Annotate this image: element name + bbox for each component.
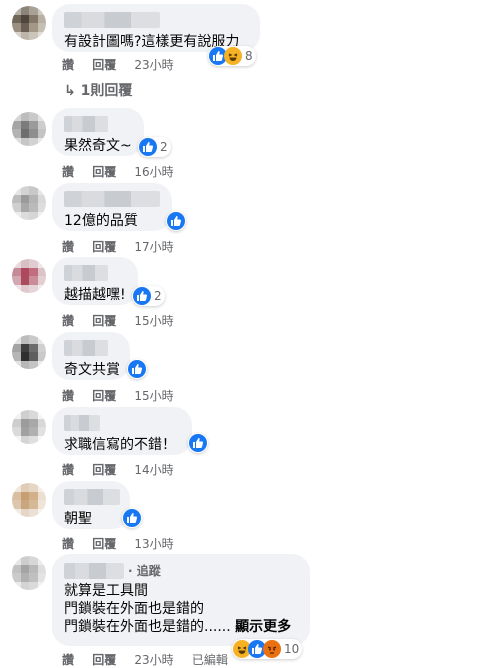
- comment-text: 越描越嘿!: [64, 287, 126, 303]
- like-icon: [123, 509, 141, 527]
- commenter-name[interactable]: [64, 489, 120, 505]
- timestamp[interactable]: 14小時: [134, 463, 173, 477]
- like-icon: [139, 138, 157, 156]
- like-button[interactable]: 讚: [62, 537, 74, 551]
- reply-button[interactable]: 回覆: [92, 389, 116, 403]
- reaction-summary[interactable]: 8: [208, 46, 256, 66]
- like-button[interactable]: 讚: [62, 240, 74, 254]
- comment-actions: 讚 回覆 23小時 已編輯: [62, 651, 242, 668]
- haha-icon: [224, 47, 242, 65]
- comment-actions: 讚 回覆 17小時: [62, 238, 188, 255]
- like-button[interactable]: 讚: [62, 165, 74, 179]
- comment-text: 求職信寫的不錯！: [64, 437, 176, 453]
- comment-bubble: 朝聖: [52, 481, 130, 529]
- commenter-name[interactable]: [64, 415, 100, 431]
- timestamp[interactable]: 23小時: [134, 653, 173, 667]
- comment-text-line: 門鎖裝在外面也是錯的: [64, 601, 204, 617]
- avatar[interactable]: [12, 556, 46, 590]
- commenter-name[interactable]: [64, 265, 108, 281]
- reaction-summary[interactable]: [122, 508, 142, 528]
- reaction-count: 8: [245, 49, 253, 63]
- commenter-name[interactable]: [64, 116, 108, 132]
- reply-button[interactable]: 回覆: [92, 165, 116, 179]
- reaction-summary[interactable]: 10: [232, 639, 303, 659]
- comment-text: 奇文共賞: [64, 362, 120, 378]
- reply-arrow-icon: ↳: [64, 83, 81, 99]
- reaction-summary[interactable]: [166, 211, 186, 231]
- reply-button[interactable]: 回覆: [92, 463, 116, 477]
- see-more-link[interactable]: 顯示更多: [235, 619, 291, 635]
- like-button[interactable]: 讚: [62, 463, 74, 477]
- avatar[interactable]: [12, 6, 46, 40]
- avatar[interactable]: [12, 186, 46, 220]
- commenter-name[interactable]: [64, 562, 124, 579]
- comment-bubble: 有設計圖嗎?這樣更有說服力: [52, 4, 260, 52]
- comment-actions: 讚 回覆 13小時: [62, 535, 188, 552]
- comment-actions: 讚 回覆 16小時: [62, 163, 188, 180]
- timestamp[interactable]: 15小時: [134, 389, 173, 403]
- like-button[interactable]: 讚: [62, 58, 74, 72]
- comment-actions: 讚 回覆 15小時: [62, 312, 188, 329]
- comment-text-truncated: 門鎖裝在外面也是錯的......: [64, 619, 231, 635]
- timestamp[interactable]: 15小時: [134, 314, 173, 328]
- like-icon: [167, 212, 185, 230]
- comment-bubble: 越描越嘿!: [52, 257, 138, 305]
- commenter-name[interactable]: [64, 340, 108, 356]
- timestamp[interactable]: 13小時: [134, 537, 173, 551]
- reply-button[interactable]: 回覆: [92, 653, 116, 667]
- reply-button[interactable]: 回覆: [92, 537, 116, 551]
- avatar[interactable]: [12, 112, 46, 146]
- timestamp[interactable]: 17小時: [134, 240, 173, 254]
- reaction-summary[interactable]: [127, 359, 147, 379]
- avatar[interactable]: [12, 410, 46, 444]
- avatar[interactable]: [12, 335, 46, 369]
- edited-label[interactable]: 已編輯: [192, 653, 228, 667]
- timestamp[interactable]: 16小時: [134, 165, 173, 179]
- reaction-summary[interactable]: 2: [132, 286, 165, 306]
- timestamp[interactable]: 23小時: [134, 58, 173, 72]
- view-replies-link[interactable]: ↳ 1則回覆: [64, 80, 132, 100]
- reaction-summary[interactable]: 2: [138, 137, 171, 157]
- follow-label: 追蹤: [136, 564, 161, 578]
- comment-bubble: 求職信寫的不錯！: [52, 407, 192, 455]
- angry-icon: [263, 640, 281, 658]
- follow-link[interactable]: · 追蹤: [128, 562, 161, 579]
- commenter-name[interactable]: [64, 191, 160, 207]
- like-button[interactable]: 讚: [62, 314, 74, 328]
- reaction-summary[interactable]: [188, 433, 208, 453]
- like-icon: [189, 434, 207, 452]
- reaction-count: 2: [160, 140, 168, 154]
- comment-bubble: 果然奇文~: [52, 108, 144, 156]
- like-icon: [128, 360, 146, 378]
- reaction-count: 10: [284, 642, 300, 656]
- comment-bubble: 奇文共賞: [52, 332, 130, 380]
- reply-button[interactable]: 回覆: [92, 314, 116, 328]
- avatar[interactable]: [12, 259, 46, 293]
- comment-text-line: 就算是工具間: [64, 583, 148, 599]
- reaction-count: 2: [154, 289, 162, 303]
- comment-text: 朝聖: [64, 511, 92, 527]
- reply-button[interactable]: 回覆: [92, 240, 116, 254]
- replies-label: 1則回覆: [80, 83, 133, 99]
- commenter-name[interactable]: [64, 12, 160, 28]
- like-button[interactable]: 讚: [62, 653, 74, 667]
- like-button[interactable]: 讚: [62, 389, 74, 403]
- reply-button[interactable]: 回覆: [92, 58, 116, 72]
- comment-actions: 讚 回覆 23小時: [62, 56, 188, 73]
- comment-text-line: 門鎖裝在外面也是錯的...... 顯示更多: [64, 618, 298, 636]
- comment-bubble: 12億的品質: [52, 183, 172, 231]
- comment-bubble: · 追蹤 就算是工具間 門鎖裝在外面也是錯的 門鎖裝在外面也是錯的...... …: [52, 554, 310, 646]
- like-icon: [133, 287, 151, 305]
- comment-actions: 讚 回覆 14小時: [62, 461, 188, 478]
- comment-actions: 讚 回覆 15小時: [62, 387, 188, 404]
- comment-text: 果然奇文~: [64, 138, 132, 154]
- comment-text: 12億的品質: [64, 213, 138, 229]
- avatar[interactable]: [12, 483, 46, 517]
